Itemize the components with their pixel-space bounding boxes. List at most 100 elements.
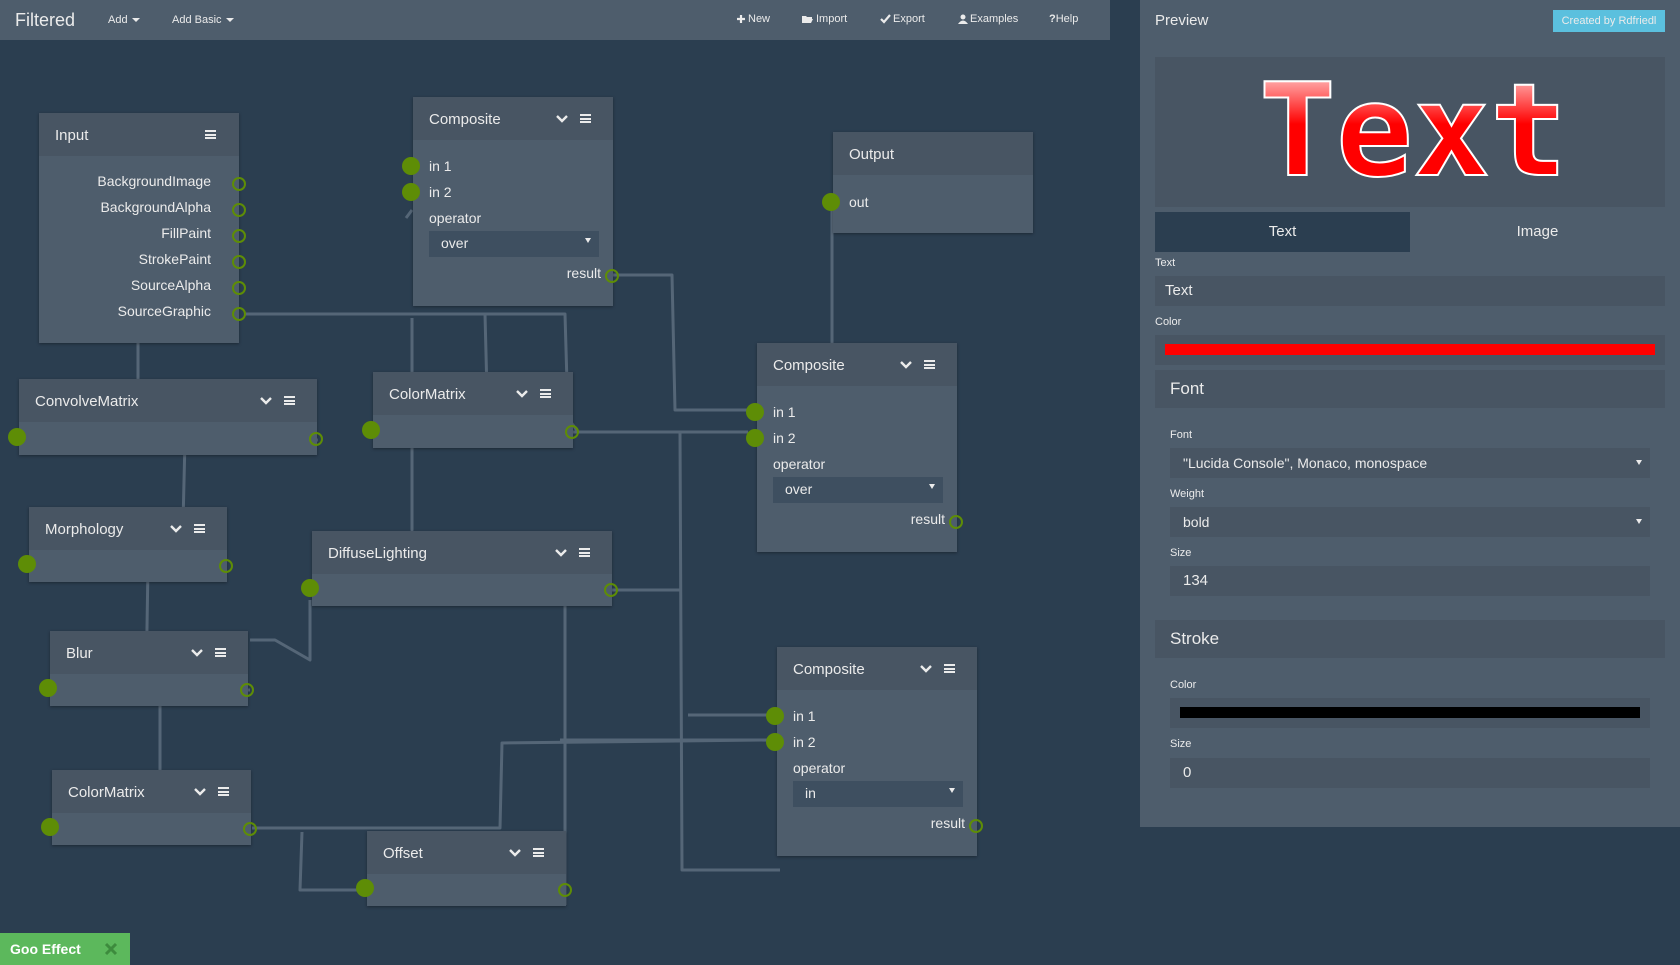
input-port[interactable] <box>301 579 319 597</box>
node-header[interactable]: Composite <box>757 343 957 386</box>
output-port[interactable] <box>605 269 619 283</box>
node-header[interactable]: ConvolveMatrix <box>19 379 317 422</box>
node-diffuselighting[interactable]: DiffuseLighting <box>301 531 618 606</box>
menu-icon[interactable] <box>580 114 591 123</box>
operator-label: operator <box>429 210 482 226</box>
output-port[interactable] <box>243 822 257 836</box>
node-header[interactable]: Composite <box>413 97 613 140</box>
menu-icon[interactable] <box>215 648 226 657</box>
input-port[interactable] <box>8 428 26 446</box>
size-input[interactable]: 134 <box>1170 566 1650 596</box>
operator-select[interactable]: over <box>429 231 599 257</box>
menu-icon[interactable] <box>194 524 205 533</box>
output-port[interactable] <box>969 819 983 833</box>
node-output[interactable]: Output out <box>822 132 1033 233</box>
output-port[interactable] <box>232 203 246 217</box>
output-port[interactable] <box>232 229 246 243</box>
input-port[interactable] <box>822 193 840 211</box>
input-port[interactable] <box>746 429 764 447</box>
operator-select[interactable]: in <box>793 781 963 807</box>
node-header[interactable]: Blur <box>50 631 248 674</box>
result-label: result <box>930 815 965 831</box>
text-color-picker[interactable] <box>1155 335 1665 365</box>
chevron-down-icon[interactable] <box>191 648 203 658</box>
chevron-down-icon[interactable] <box>555 548 567 558</box>
font-select[interactable]: "Lucida Console", Monaco, monospace <box>1170 448 1650 478</box>
stroke-section-header[interactable]: Stroke <box>1155 620 1665 658</box>
output-port[interactable] <box>240 683 254 697</box>
node-colormatrix[interactable]: ColorMatrix <box>362 372 579 448</box>
node-composite[interactable]: Composite in 1 in 2 operator in result <box>766 647 983 856</box>
operator-select[interactable]: over <box>773 477 943 503</box>
output-port[interactable] <box>219 559 233 573</box>
text-input[interactable]: Text <box>1155 276 1665 306</box>
created-by-badge[interactable]: Created by Rdfriedl <box>1553 10 1665 32</box>
menu-icon[interactable] <box>944 664 955 673</box>
input-port[interactable] <box>18 555 36 573</box>
tab-text[interactable]: Text <box>1155 212 1410 252</box>
node-morphology[interactable]: Morphology <box>18 507 233 582</box>
menu-icon[interactable] <box>540 389 551 398</box>
chevron-down-icon[interactable] <box>920 664 932 674</box>
chevron-down-icon[interactable] <box>556 114 568 124</box>
input-port[interactable] <box>766 707 784 725</box>
node-header[interactable]: Output <box>833 132 1033 175</box>
goo-effect-tag[interactable]: Goo Effect <box>0 933 130 965</box>
output-port[interactable] <box>565 425 579 439</box>
chevron-down-icon[interactable] <box>260 396 272 406</box>
node-header[interactable]: ColorMatrix <box>52 770 251 813</box>
tab-image[interactable]: Image <box>1410 212 1665 252</box>
output-port[interactable] <box>558 883 572 897</box>
node-blur[interactable]: Blur <box>39 631 254 706</box>
output-label: FillPaint <box>161 225 211 241</box>
stroke-color-picker[interactable] <box>1170 698 1650 728</box>
input-port[interactable] <box>766 733 784 751</box>
output-port[interactable] <box>949 515 963 529</box>
output-port[interactable] <box>232 177 246 191</box>
node-header[interactable]: ColorMatrix <box>373 372 573 415</box>
chevron-down-icon[interactable] <box>516 389 528 399</box>
input-port[interactable] <box>362 421 380 439</box>
node-offset[interactable]: Offset <box>356 831 572 906</box>
output-port[interactable] <box>232 307 246 321</box>
node-input[interactable]: Input BackgroundImage BackgroundAlpha Fi… <box>39 113 246 343</box>
chevron-down-icon[interactable] <box>170 524 182 534</box>
menu-icon[interactable] <box>924 360 935 369</box>
output-port[interactable] <box>604 583 618 597</box>
close-icon[interactable] <box>104 942 118 956</box>
input-port[interactable] <box>402 183 420 201</box>
node-header[interactable]: Composite <box>777 647 977 690</box>
input-port[interactable] <box>41 818 59 836</box>
menu-icon[interactable] <box>579 548 590 557</box>
menu-icon[interactable] <box>205 130 216 139</box>
output-port[interactable] <box>309 432 323 446</box>
input-label: out <box>849 194 869 210</box>
stroke-size-input[interactable]: 0 <box>1170 758 1650 788</box>
input-port[interactable] <box>402 157 420 175</box>
chevron-down-icon[interactable] <box>194 787 206 797</box>
input-port[interactable] <box>746 403 764 421</box>
node-header[interactable]: Morphology <box>29 507 227 550</box>
node-header[interactable]: Input <box>39 113 239 156</box>
node-title: Blur <box>66 645 93 662</box>
node-header[interactable]: DiffuseLighting <box>312 531 612 574</box>
chevron-down-icon[interactable] <box>900 360 912 370</box>
node-header[interactable]: Offset <box>367 831 566 874</box>
output-label: SourceGraphic <box>117 303 211 319</box>
node-composite[interactable]: Composite in 1 in 2 operator over result <box>402 97 619 306</box>
input-port[interactable] <box>39 679 57 697</box>
font-section-header[interactable]: Font <box>1155 370 1665 408</box>
output-port[interactable] <box>232 281 246 295</box>
node-colormatrix[interactable]: ColorMatrix <box>41 770 257 845</box>
node-convolvematrix[interactable]: ConvolveMatrix <box>8 379 323 455</box>
output-port[interactable] <box>232 255 246 269</box>
color-swatch <box>1180 707 1640 718</box>
menu-icon[interactable] <box>533 848 544 857</box>
input-port[interactable] <box>356 879 374 897</box>
node-composite[interactable]: Composite in 1 in 2 operator over result <box>746 343 963 552</box>
menu-icon[interactable] <box>284 396 295 405</box>
weight-select[interactable]: bold <box>1170 507 1650 537</box>
menu-icon[interactable] <box>218 787 229 796</box>
stroke-color-label: Color <box>1170 679 1197 691</box>
chevron-down-icon[interactable] <box>509 848 521 858</box>
